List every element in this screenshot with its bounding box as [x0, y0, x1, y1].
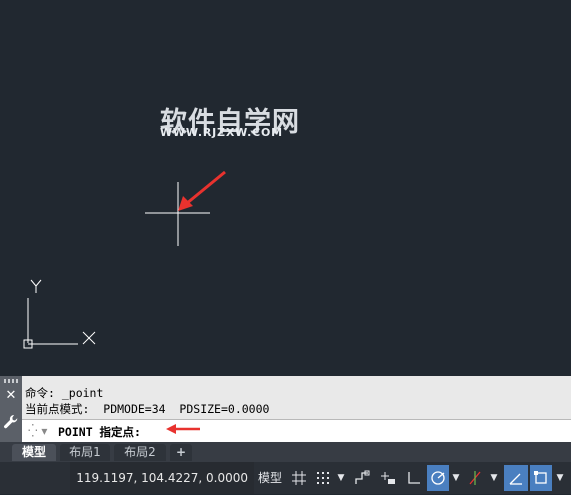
wrench-icon[interactable] [3, 414, 19, 430]
command-line-panel: ✕ 命令: _point 当前点模式: PDMODE=34 PDSIZE=0.0… [0, 376, 571, 442]
coordinates-readout[interactable]: 119.1197, 104.4227, 0.0000 [70, 462, 254, 494]
drawing-canvas[interactable]: 软件自学网 WWW.RJZXW.COM XY [0, 0, 571, 376]
history-line: 命令: _point [25, 386, 104, 400]
ortho-icon[interactable] [402, 465, 426, 491]
grip-dots[interactable] [4, 379, 18, 383]
close-icon[interactable]: ✕ [4, 389, 18, 403]
polar-tracking-icon[interactable] [427, 465, 449, 491]
infer-constraints-icon[interactable] [350, 465, 374, 491]
chevron-down-icon[interactable]: ▼ [336, 465, 346, 491]
grid-icon[interactable] [287, 465, 311, 491]
tab-layout2[interactable]: 布局2 [114, 444, 166, 461]
command-prompt-icon[interactable]: ⁛ ▾ [28, 424, 50, 438]
chevron-down-icon[interactable]: ▼ [489, 465, 499, 491]
object-snap-icon[interactable] [530, 465, 552, 491]
chevron-down-icon[interactable]: ▼ [451, 465, 461, 491]
status-bar: 119.1197, 104.4227, 0.0000 模型 ▼ ▼ ▼ ▼ [0, 462, 571, 494]
command-history: 命令: _point 当前点模式: PDMODE=34 PDSIZE=0.000… [22, 376, 571, 419]
layout-tabs: 模型 布局1 布局2 + [0, 442, 571, 462]
ucs-icon [23, 279, 96, 349]
dynamic-input-icon[interactable] [376, 465, 400, 491]
snap-icon[interactable] [312, 465, 334, 491]
annotation-arrow-icon [178, 170, 226, 211]
annotation-arrow-icon [166, 424, 200, 434]
command-panel-grip[interactable]: ✕ [0, 376, 22, 442]
command-input[interactable]: ⁛ ▾ POINT 指定点: [22, 419, 571, 442]
tab-layout1[interactable]: 布局1 [60, 444, 110, 461]
add-layout-button[interactable]: + [170, 444, 192, 461]
command-prompt: POINT 指定点: [58, 425, 141, 439]
chevron-down-icon[interactable]: ▼ [555, 465, 565, 491]
history-line: 当前点模式: PDMODE=34 PDSIZE=0.0000 [25, 402, 270, 416]
isodraft-icon[interactable] [463, 465, 487, 491]
model-space-button[interactable]: 模型 [256, 465, 284, 491]
object-snap-tracking-icon[interactable] [504, 465, 528, 491]
tab-model[interactable]: 模型 [12, 444, 56, 461]
canvas-overlay: XY [23, 170, 226, 349]
